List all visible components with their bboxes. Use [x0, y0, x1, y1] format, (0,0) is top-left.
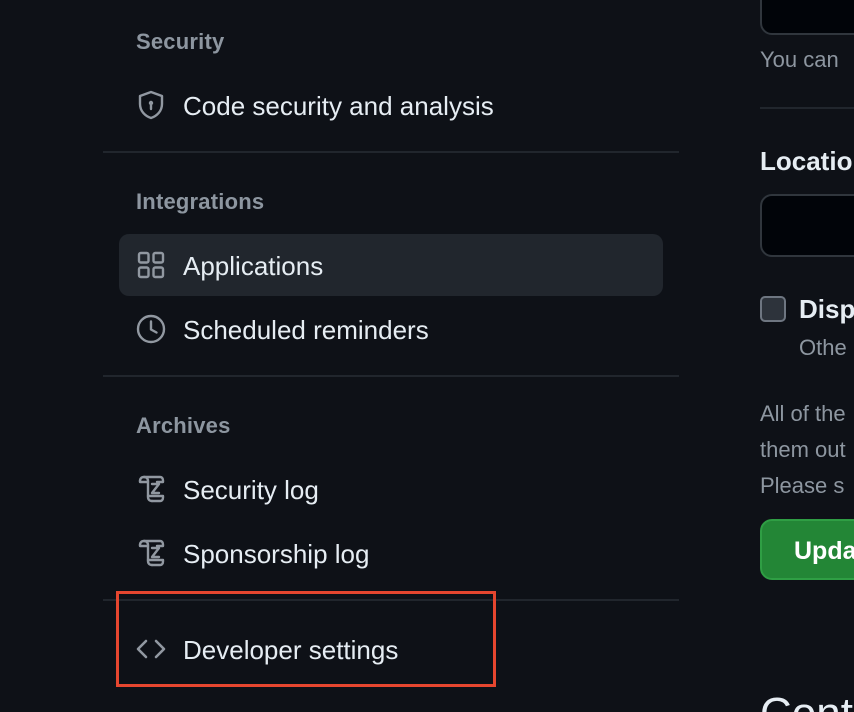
content-divider [760, 107, 854, 109]
field-hint-text: You can [760, 47, 839, 72]
info-paragraph-line: Please s [760, 473, 845, 498]
sidebar-divider [103, 599, 679, 601]
sidebar-item-scheduled-reminders[interactable]: Scheduled reminders [119, 298, 663, 360]
section-heading-integrations: Integrations [136, 189, 265, 214]
sidebar-item-label: Scheduled reminders [183, 315, 429, 345]
info-paragraph-line: All of the [760, 401, 846, 426]
update-button-label: Upda [794, 537, 854, 565]
settings-page: Security Code security and analysis Inte… [0, 0, 854, 712]
sidebar-item-label: Applications [183, 251, 324, 281]
location-input[interactable] [760, 194, 854, 257]
code-icon [135, 633, 167, 665]
sidebar-item-label: Sponsorship log [183, 539, 370, 569]
sidebar-item-label: Security log [183, 475, 319, 505]
display-checkbox[interactable] [760, 296, 786, 322]
text-input-field[interactable] [760, 0, 854, 35]
section-heading-archives: Archives [136, 413, 231, 438]
shield-lock-icon [135, 89, 167, 121]
section-heading-security: Security [136, 29, 225, 54]
sidebar-divider [103, 375, 679, 377]
checkbox-hint-text: Othe [799, 335, 847, 360]
sidebar-item-sponsorship-log[interactable]: Sponsorship log [119, 522, 663, 584]
sidebar-item-developer-settings[interactable]: Developer settings [119, 618, 663, 680]
sidebar-item-applications[interactable]: Applications [119, 234, 663, 296]
log-icon [135, 537, 167, 569]
info-paragraph-line: them out [760, 437, 846, 462]
sidebar-item-code-security-and-analysis[interactable]: Code security and analysis [119, 74, 663, 136]
profile-settings-content: You can Locatio Disp Othe All of the the… [700, 0, 854, 712]
display-checkbox-label: Disp [799, 294, 854, 324]
apps-icon [135, 249, 167, 281]
section-heading-next: Cont [760, 690, 853, 712]
sidebar-item-label: Code security and analysis [183, 91, 494, 121]
sidebar-divider [103, 151, 679, 153]
sidebar-item-security-log[interactable]: Security log [119, 458, 663, 520]
settings-sidebar: Security Code security and analysis Inte… [0, 0, 700, 712]
location-label: Locatio [760, 146, 853, 176]
clock-icon [135, 313, 167, 345]
log-icon [135, 473, 167, 505]
update-profile-button[interactable]: Upda [760, 519, 854, 580]
sidebar-item-label: Developer settings [183, 635, 399, 665]
